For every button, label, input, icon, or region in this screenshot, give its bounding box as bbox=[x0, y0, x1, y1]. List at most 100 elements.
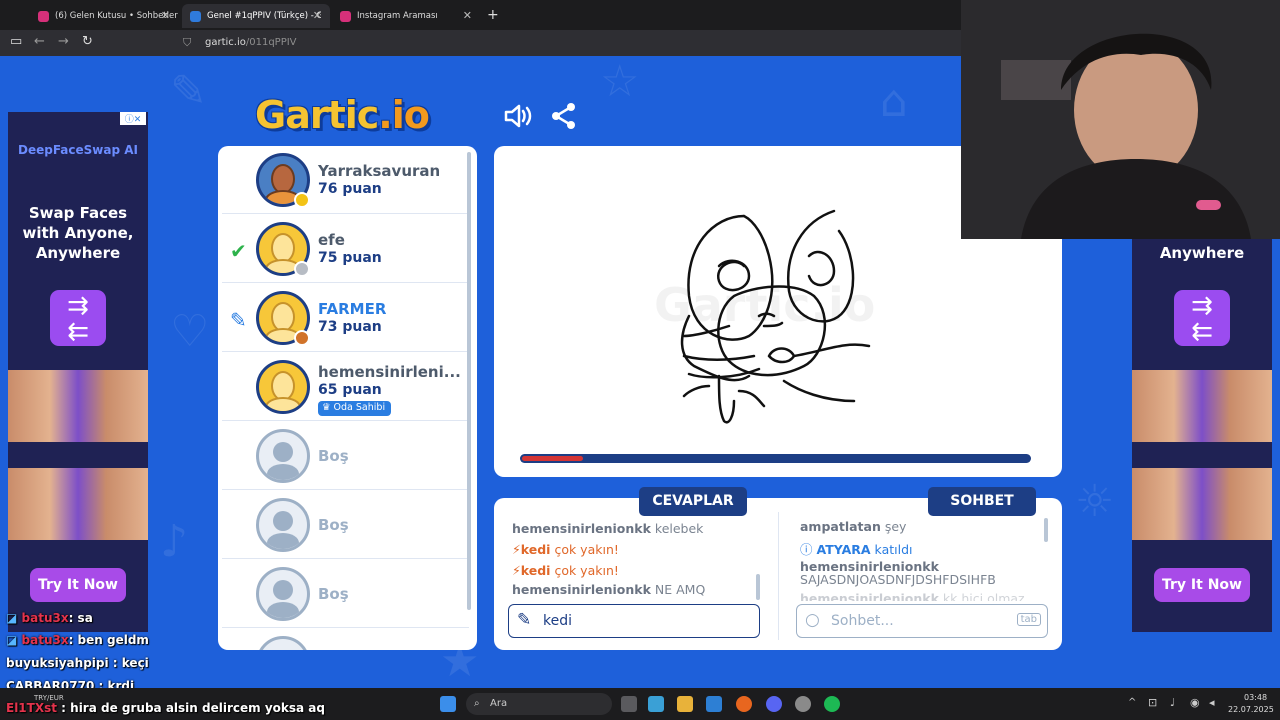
player-name: efe bbox=[318, 231, 345, 249]
avatar bbox=[256, 360, 310, 414]
tab-inbox[interactable]: (6) Gelen Kutusu • Sohbetler ✕ bbox=[30, 4, 178, 28]
forward-icon[interactable]: → bbox=[58, 34, 69, 49]
search-icon: ○ bbox=[805, 610, 820, 630]
player-points: 75 puan bbox=[318, 250, 382, 266]
firefox-icon[interactable] bbox=[736, 696, 752, 712]
spotify-icon[interactable] bbox=[824, 696, 840, 712]
answer-input[interactable]: ✎ kedi bbox=[508, 604, 760, 638]
ad-headline: Anywhere bbox=[1159, 244, 1245, 262]
answers-scrollbar[interactable] bbox=[756, 574, 760, 600]
player-row[interactable]: hemensinirleni... 65 puan ♛ Oda Sahibi bbox=[222, 353, 469, 421]
close-icon[interactable]: ✕ bbox=[463, 9, 472, 22]
ad-cta-button[interactable]: Try It Now bbox=[1154, 568, 1250, 602]
close-icon[interactable]: ✕ bbox=[313, 9, 322, 22]
guessed-check-icon: ✔ bbox=[230, 239, 247, 263]
heart-pattern-icon: ♡ bbox=[170, 306, 210, 357]
drawing-pencil-icon: ✎ bbox=[230, 308, 247, 332]
ad-cta-button[interactable]: Try It Now bbox=[30, 568, 126, 602]
rank-badge bbox=[294, 192, 310, 208]
camera-pattern-icon: ⌂ bbox=[880, 76, 908, 127]
stream-chat-message: El1TXst : hira de gruba alsin delircem y… bbox=[6, 701, 325, 715]
left-advertisement[interactable]: ⓘ✕ DeepFaceSwap AI Swap Faces with Anyon… bbox=[8, 112, 148, 632]
share-icon[interactable] bbox=[551, 102, 577, 130]
player-row[interactable]: ✎ FARMER 73 puan bbox=[222, 284, 469, 352]
gartic-logo: Gartic.io bbox=[255, 93, 430, 137]
room-owner-badge: ♛ Oda Sahibi bbox=[318, 401, 392, 416]
gartic-icon bbox=[190, 10, 201, 22]
task-view-icon[interactable] bbox=[621, 696, 637, 712]
microphone-icon[interactable]: ♩ bbox=[1170, 696, 1175, 709]
swap-arrows-icon: ⇉ ⇇ bbox=[1174, 290, 1230, 346]
search-icon: ⌕ bbox=[474, 698, 480, 709]
empty-slot-label: Boş bbox=[318, 585, 349, 603]
stream-chat-message: ◪ batu3x: ben geldm bbox=[6, 633, 149, 647]
taskbar-search[interactable]: ⌕ Ara bbox=[466, 693, 612, 715]
stream-chat-overlay: ◪ batu3x: sa ◪ batu3x: ben geldm buyuksi… bbox=[0, 607, 300, 693]
url-path: /011qPPIV bbox=[245, 37, 297, 48]
answer-message: ⚡kedi çok yakın! bbox=[512, 542, 619, 557]
discord-icon[interactable] bbox=[766, 696, 782, 712]
rank-badge bbox=[294, 261, 310, 277]
close-icon[interactable]: ✕ bbox=[161, 9, 170, 22]
tab-key-hint: tab bbox=[1016, 613, 1041, 626]
stream-chat-message: ◪ batu3x: sa bbox=[6, 611, 93, 625]
file-explorer-icon[interactable] bbox=[677, 696, 693, 712]
new-tab-button[interactable]: + bbox=[487, 7, 499, 23]
ad-headline: Swap Faces with Anyone, Anywhere bbox=[22, 204, 134, 262]
badge-icon: ◪ bbox=[6, 611, 22, 625]
star-pattern-icon: ☆ bbox=[600, 56, 640, 107]
chevron-up-icon[interactable]: ^ bbox=[1128, 697, 1136, 708]
player-row[interactable]: ✔ efe 75 puan bbox=[222, 215, 469, 283]
chat-message-text: SAJASDNJOASDNFJDSHFDSIHFB bbox=[800, 572, 996, 587]
ad-choices-icon[interactable]: ⓘ✕ bbox=[120, 112, 146, 125]
clock-date[interactable]: 22.07.2025 bbox=[1228, 705, 1274, 714]
players-panel: Yarraksavuran 76 puan ✔ efe 75 puan ✎ FA… bbox=[218, 146, 477, 650]
chat-join-message: ⓘ ATYARA katıldı bbox=[800, 542, 913, 557]
tab-gartic[interactable]: Genel #1qPPIV (Türkçe) - Gartic ✕ bbox=[182, 4, 330, 28]
lightning-icon: ⚡ bbox=[512, 542, 521, 557]
empty-slot: Boş bbox=[222, 422, 469, 490]
info-icon: ⓘ bbox=[800, 542, 813, 557]
copilot-icon[interactable] bbox=[648, 696, 664, 712]
answers-title: CEVAPLAR bbox=[639, 487, 747, 516]
round-timer-bar bbox=[520, 454, 1031, 463]
chat-title: SOHBET bbox=[928, 487, 1036, 516]
reload-icon[interactable]: ↻ bbox=[82, 34, 93, 49]
back-icon[interactable]: ← bbox=[34, 34, 45, 49]
chat-input-placeholder: Sohbet... bbox=[831, 613, 894, 629]
answer-message: ⚡kedi çok yakın! bbox=[512, 563, 619, 578]
store-icon[interactable] bbox=[706, 696, 722, 712]
instagram-icon bbox=[340, 10, 351, 22]
chat-input[interactable]: ○ Sohbet... tab bbox=[796, 604, 1048, 638]
divider bbox=[778, 512, 779, 640]
tab-label: Genel #1qPPIV (Türkçe) - Gartic bbox=[207, 11, 321, 21]
empty-avatar-icon bbox=[256, 429, 310, 483]
volume-icon[interactable] bbox=[503, 102, 533, 130]
clock-time[interactable]: 03:48 bbox=[1244, 693, 1267, 702]
windows-start-icon[interactable] bbox=[440, 696, 456, 712]
settings-icon[interactable] bbox=[795, 696, 811, 712]
ad-image bbox=[8, 468, 148, 540]
wifi-icon[interactable]: ◉ bbox=[1190, 696, 1200, 709]
ad-image bbox=[1132, 468, 1272, 540]
player-name: FARMER bbox=[318, 300, 387, 318]
empty-slot-label: Boş bbox=[318, 516, 349, 534]
badge-icon: ◪ bbox=[6, 633, 22, 647]
music-pattern-icon: ♪ bbox=[160, 516, 189, 567]
player-points: 76 puan bbox=[318, 181, 382, 197]
empty-slot-label: Boş bbox=[318, 447, 349, 465]
network-icon[interactable]: ⊡ bbox=[1148, 696, 1157, 709]
canvas-watermark-logo: Gartic.io bbox=[654, 278, 875, 332]
chat-message: hemensinirlenionkk kk hiçi olmaz bbox=[800, 591, 1025, 601]
volume-icon[interactable]: ◂ bbox=[1209, 696, 1215, 709]
chat-scrollbar[interactable] bbox=[1044, 518, 1048, 542]
sidebar-toggle-icon[interactable]: ▭ bbox=[10, 34, 22, 49]
tab-instagram-search[interactable]: Instagram Araması ✕ bbox=[332, 4, 480, 28]
answers-chat-panel: hemensinirlenionkk kelebek ⚡kedi çok yak… bbox=[494, 498, 1062, 650]
players-scrollbar[interactable] bbox=[467, 152, 471, 610]
tab-label: Instagram Araması bbox=[357, 11, 438, 21]
player-name: hemensinirleni... bbox=[318, 363, 461, 381]
player-points: 65 puan bbox=[318, 382, 382, 398]
url-field[interactable]: gartic.io/011qPPIV bbox=[205, 37, 297, 48]
player-row[interactable]: Yarraksavuran 76 puan bbox=[222, 146, 469, 214]
